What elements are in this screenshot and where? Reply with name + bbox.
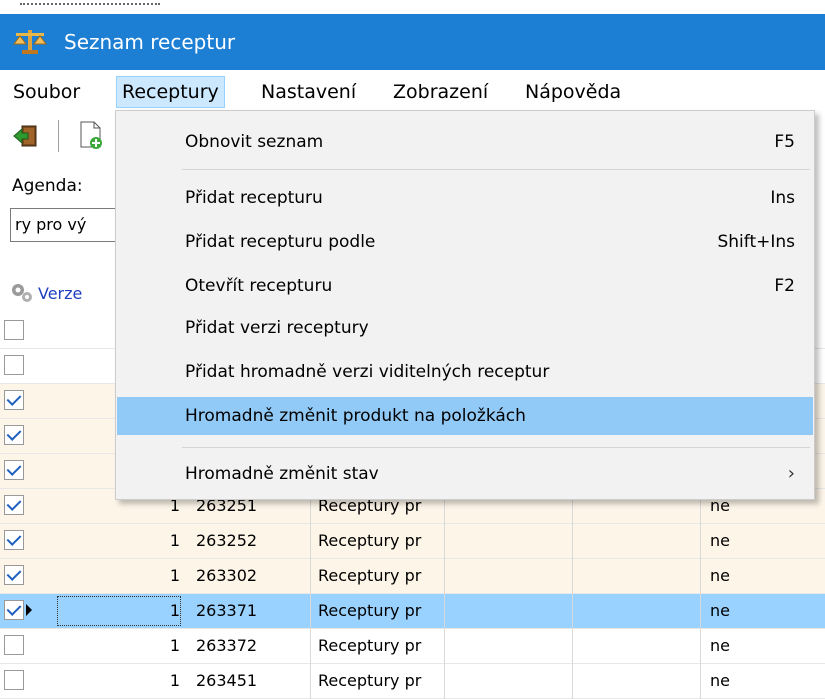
menu-soubor[interactable]: Soubor xyxy=(8,76,85,108)
cell-name[interactable]: Receptury pr xyxy=(318,629,442,663)
column-divider xyxy=(444,664,445,699)
menu-separator xyxy=(182,447,810,448)
menu-item-otevrit-recepturu[interactable]: Otevřít recepturu F2 xyxy=(117,267,813,305)
cell-version[interactable]: 1 xyxy=(100,594,180,628)
row-checkbox[interactable] xyxy=(4,565,24,585)
menu-zobrazeni[interactable]: Zobrazení xyxy=(388,76,493,108)
menu-nastaveni[interactable]: Nastavení xyxy=(256,76,361,108)
menu-napoveda[interactable]: Nápověda xyxy=(520,76,626,108)
table-row[interactable]: 1 263372 Receptury pr ne xyxy=(0,629,825,664)
column-divider xyxy=(572,559,573,594)
top-dotted-line xyxy=(20,3,160,5)
column-divider xyxy=(572,594,573,629)
column-divider xyxy=(310,629,311,664)
column-divider xyxy=(310,524,311,559)
table-row[interactable]: 1 263451 Receptury pr ne xyxy=(0,664,825,699)
column-divider xyxy=(572,524,573,559)
row-checkbox[interactable] xyxy=(4,600,24,620)
column-divider xyxy=(444,524,445,559)
window-title: Seznam receptur xyxy=(64,30,236,54)
menu-item-pridat-verzi[interactable]: Přidat verzi receptury xyxy=(117,309,813,347)
cell-flag[interactable]: ne xyxy=(710,594,730,628)
menu-receptury[interactable]: Receptury xyxy=(116,76,225,108)
cell-code[interactable]: 263252 xyxy=(196,524,257,558)
table-row[interactable]: 1 263302 Receptury pr ne xyxy=(0,559,825,594)
menu-item-obnovit-seznam[interactable]: Obnovit seznam F5 xyxy=(117,123,813,161)
exit-icon[interactable] xyxy=(12,124,38,148)
row-pointer-icon xyxy=(26,604,32,616)
cell-version[interactable]: 1 xyxy=(100,629,180,663)
new-document-icon[interactable] xyxy=(78,120,104,150)
cell-code[interactable]: 263451 xyxy=(196,664,257,698)
row-checkbox[interactable] xyxy=(4,320,24,340)
cell-code[interactable]: 263302 xyxy=(196,559,257,593)
column-divider xyxy=(444,629,445,664)
receptury-dropdown-menu: Obnovit seznam F5 Přidat recepturu Ins P… xyxy=(115,110,815,500)
row-checkbox[interactable] xyxy=(4,460,24,480)
column-divider xyxy=(700,664,701,699)
menu-item-pridat-recepturu[interactable]: Přidat recepturu Ins xyxy=(117,179,813,217)
agenda-label: Agenda: xyxy=(12,176,83,196)
chevron-right-icon: › xyxy=(787,463,795,484)
column-header-verze[interactable]: Verze xyxy=(38,284,82,303)
cell-name[interactable]: Receptury pr xyxy=(318,664,442,698)
row-checkbox[interactable] xyxy=(4,390,24,410)
row-checkbox[interactable] xyxy=(4,355,24,375)
column-divider xyxy=(444,594,445,629)
cell-code[interactable]: 263371 xyxy=(196,594,257,628)
cell-name[interactable]: Receptury pr xyxy=(318,559,442,593)
cell-code[interactable]: 263372 xyxy=(196,629,257,663)
row-checkbox[interactable] xyxy=(4,530,24,550)
column-divider xyxy=(700,629,701,664)
column-divider xyxy=(700,559,701,594)
cell-version[interactable]: 1 xyxy=(100,664,180,698)
table-row[interactable]: 1 263371 Receptury pr ne xyxy=(0,594,825,629)
menu-bar: Soubor Receptury Nastavení Zobrazení Náp… xyxy=(0,70,825,114)
column-divider xyxy=(572,664,573,699)
menu-item-hromadne-zmenit-stav[interactable]: Hromadně změnit stav › xyxy=(117,455,813,493)
column-divider xyxy=(700,594,701,629)
column-divider xyxy=(572,629,573,664)
column-divider xyxy=(700,524,701,559)
menu-item-hromadne-zmenit-produkt[interactable]: Hromadně změnit produkt na položkách xyxy=(117,397,813,435)
gear-icon[interactable] xyxy=(10,282,34,304)
toolbar-separator xyxy=(58,120,59,152)
row-checkbox[interactable] xyxy=(4,425,24,445)
scales-icon xyxy=(13,30,47,54)
row-checkbox[interactable] xyxy=(4,670,24,690)
cell-name[interactable]: Receptury pr xyxy=(318,594,442,628)
title-bar: Seznam receptur xyxy=(0,14,825,70)
row-checkbox[interactable] xyxy=(4,635,24,655)
column-divider xyxy=(310,594,311,629)
column-divider xyxy=(444,559,445,594)
cell-flag[interactable]: ne xyxy=(710,629,730,663)
cell-name[interactable]: Receptury pr xyxy=(318,524,442,558)
top-strip xyxy=(0,0,825,14)
cell-flag[interactable]: ne xyxy=(710,559,730,593)
cell-flag[interactable]: ne xyxy=(710,524,730,558)
menu-item-pridat-hromadne-verzi[interactable]: Přidat hromadně verzi viditelných recept… xyxy=(117,353,813,391)
column-divider xyxy=(310,559,311,594)
menu-separator xyxy=(182,169,810,170)
cell-flag[interactable]: ne xyxy=(710,664,730,698)
table-row[interactable]: 1 263252 Receptury pr ne xyxy=(0,524,825,559)
cell-version[interactable]: 1 xyxy=(100,524,180,558)
column-divider xyxy=(310,664,311,699)
menu-item-pridat-recepturu-podle[interactable]: Přidat recepturu podle Shift+Ins xyxy=(117,223,813,261)
cell-version[interactable]: 1 xyxy=(100,559,180,593)
row-checkbox[interactable] xyxy=(4,495,24,515)
